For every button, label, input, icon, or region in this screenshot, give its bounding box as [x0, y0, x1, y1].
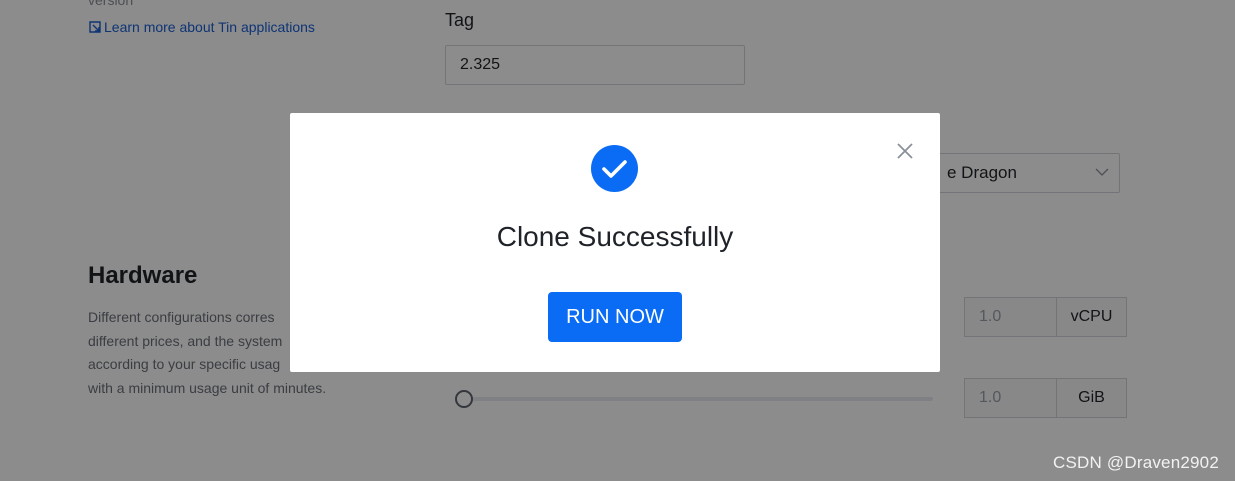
clone-success-dialog: Clone Successfully RUN NOW — [290, 113, 940, 372]
close-icon[interactable] — [894, 140, 916, 162]
watermark: CSDN @Draven2902 — [1053, 453, 1219, 472]
dialog-title: Clone Successfully — [496, 221, 734, 252]
check-circle-icon — [591, 145, 638, 192]
run-now-button[interactable]: RUN NOW — [548, 292, 682, 342]
page: version Learn more about Tin application… — [0, 0, 1235, 481]
